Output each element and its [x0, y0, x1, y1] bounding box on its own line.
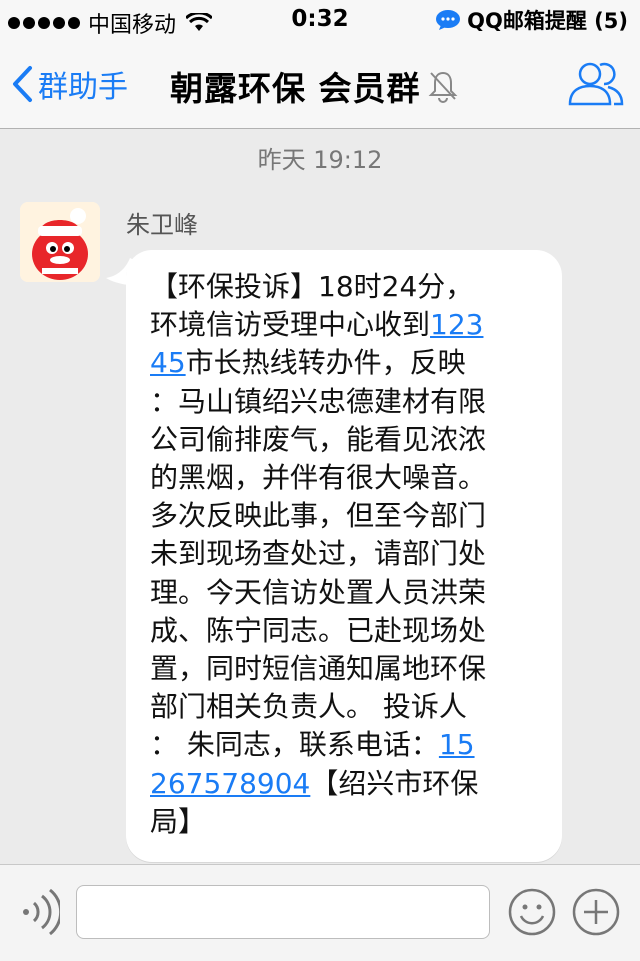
notification-text: QQ邮箱提醒 (5) — [467, 9, 628, 33]
qq-mail-icon — [436, 10, 461, 30]
more-button[interactable] — [571, 887, 621, 941]
message-text: 【环保投诉】18时24分， 环境信访受理中心收到123 45市长热线转办件，反映… — [150, 268, 545, 841]
qq-penguin-avatar-icon — [20, 202, 100, 282]
back-button[interactable]: 群助手 — [10, 62, 128, 106]
phone-link-part: 15 — [438, 728, 475, 762]
message-timestamp: 昨天 19:12 — [257, 146, 383, 174]
group-members-icon — [568, 62, 624, 106]
page-title: 朝露环保 会员群 — [170, 62, 459, 110]
message-part: 市长热线转办件，反映 ：马山镇绍兴忠德建材有限 公司偷排废气，能看见浓浓 的黑烟… — [150, 346, 487, 762]
notification-banner[interactable]: QQ邮箱提醒 (5) — [435, 5, 628, 35]
hotline-link-part: 123 — [430, 308, 484, 342]
phone-link-part: 267578904 — [150, 766, 311, 800]
voice-button[interactable] — [16, 887, 63, 941]
sender-name: 朱卫峰 — [126, 211, 198, 239]
group-title: 朝露环保 会员群 — [170, 69, 421, 108]
avatar[interactable] — [20, 202, 100, 282]
input-bar — [0, 864, 640, 961]
status-bar: 中国移动 0:32 QQ邮箱提醒 (5) — [0, 0, 640, 40]
mute-bell-icon — [428, 71, 457, 103]
smiley-icon — [508, 888, 556, 936]
nav-bar: 群助手 朝露环保 会员群 — [0, 40, 640, 129]
plus-icon — [572, 888, 620, 936]
message-input[interactable] — [76, 885, 490, 939]
group-members-button[interactable] — [566, 58, 626, 112]
message-part: 【环保投诉】18时24分， 环境信访受理中心收到 — [150, 270, 474, 342]
hotline-link-part: 45 — [150, 346, 186, 380]
emoji-button[interactable] — [507, 887, 557, 941]
voice-icon — [23, 888, 63, 936]
chevron-left-icon — [13, 66, 32, 102]
back-label: 群助手 — [38, 70, 128, 105]
